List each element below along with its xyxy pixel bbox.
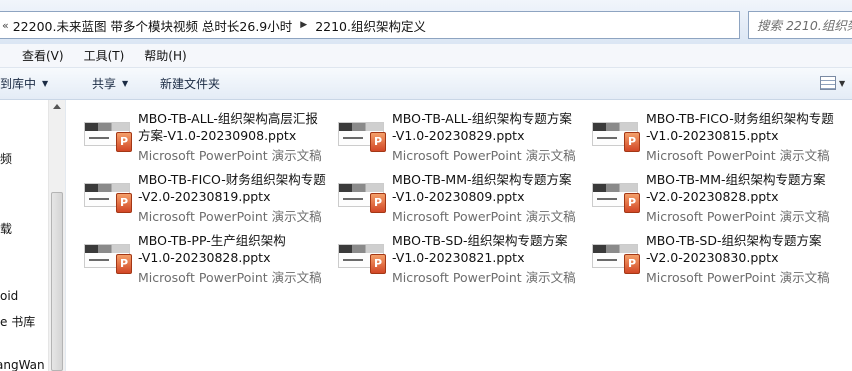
file-name: MBO-TB-MM-组织架构专题方案 -V2.0-20230828.pptx bbox=[646, 171, 846, 205]
include-in-library-button[interactable]: 包含到库中 ▼ bbox=[0, 75, 48, 92]
file-list: P MBO-TB-ALL-组织架构高层汇报 方案-V1.0-20230908.ppt… bbox=[66, 100, 852, 371]
nav-item-downloads[interactable]: 载 bbox=[0, 220, 12, 237]
file-name: MBO-TB-ALL-组织架构高层汇报 方案-V1.0-20230908.pptx bbox=[138, 110, 338, 144]
nav-item-user[interactable]: angWan bbox=[0, 358, 45, 371]
pptx-thumbnail: P bbox=[592, 179, 640, 219]
menu-bar: 查看(V) 工具(T) 帮助(H) bbox=[0, 44, 852, 68]
file-name: MBO-TB-FICO-财务组织架构专题 -V1.0-20230815.pptx bbox=[646, 110, 846, 144]
file-name-line2: -V1.0-20230815.pptx bbox=[646, 128, 779, 143]
file-name-line1: MBO-TB-ALL-组织架构高层汇报 bbox=[138, 111, 318, 126]
file-name-line1: MBO-TB-PP-生产组织架构 bbox=[138, 233, 286, 248]
pptx-thumbnail: P bbox=[338, 179, 386, 219]
file-name-line1: MBO-TB-FICO-财务组织架构专题 bbox=[138, 172, 326, 187]
dropdown-arrow-icon: ▼ bbox=[42, 79, 49, 88]
file-type: Microsoft PowerPoint 演示文稿 bbox=[392, 270, 576, 285]
scroll-thumb[interactable] bbox=[51, 192, 63, 371]
powerpoint-icon: P bbox=[370, 193, 386, 213]
file-name-line2: -V1.0-20230809.pptx bbox=[392, 189, 525, 204]
file-type: Microsoft PowerPoint 演示文稿 bbox=[138, 270, 322, 285]
pptx-thumbnail: P bbox=[592, 240, 640, 280]
command-bar: 包含到库中 ▼ 共享 ▼ 新建文件夹 ▼ bbox=[0, 68, 852, 100]
file-name-line2: -V2.0-20230819.pptx bbox=[138, 189, 271, 204]
file-item[interactable]: P MBO-TB-MM-组织架构专题方案 -V1.0-20230809.pptx Mi… bbox=[320, 161, 576, 224]
new-folder-button[interactable]: 新建文件夹 bbox=[160, 75, 220, 92]
file-name-line2: -V2.0-20230830.pptx bbox=[646, 250, 779, 265]
file-name-line2: -V1.0-20230828.pptx bbox=[138, 250, 271, 265]
powerpoint-icon: P bbox=[624, 193, 640, 213]
nav-scrollbar[interactable] bbox=[48, 100, 65, 371]
file-name-line1: MBO-TB-SD-组织架构专题方案 bbox=[392, 233, 568, 248]
new-folder-label: 新建文件夹 bbox=[160, 77, 221, 91]
file-item[interactable]: P MBO-TB-PP-生产组织架构 -V1.0-20230828.pptx Micr… bbox=[66, 222, 322, 285]
menu-view[interactable]: 查看(V) bbox=[22, 47, 64, 64]
file-name-line2: -V2.0-20230828.pptx bbox=[646, 189, 779, 204]
pptx-thumbnail: P bbox=[338, 118, 386, 158]
file-item[interactable]: P MBO-TB-SD-组织架构专题方案 -V2.0-20230830.pptx Mi… bbox=[574, 222, 830, 285]
file-name: MBO-TB-ALL-组织架构专题方案 -V1.0-20230829.pptx bbox=[392, 110, 592, 144]
file-item[interactable]: P MBO-TB-SD-组织架构专题方案 -V1.0-20230821.pptx Mi… bbox=[320, 222, 576, 285]
pptx-thumbnail: P bbox=[84, 240, 132, 280]
file-item[interactable]: P MBO-TB-MM-组织架构专题方案 -V2.0-20230828.pptx Mi… bbox=[574, 161, 830, 224]
file-item[interactable]: P MBO-TB-FICO-财务组织架构专题 -V1.0-20230815.pptx… bbox=[574, 100, 834, 163]
file-name: MBO-TB-MM-组织架构专题方案 -V1.0-20230809.pptx bbox=[392, 171, 592, 205]
pptx-thumbnail: P bbox=[592, 118, 640, 158]
powerpoint-icon: P bbox=[624, 132, 640, 152]
dropdown-arrow-icon: ▼ bbox=[839, 78, 846, 88]
file-name: MBO-TB-SD-组织架构专题方案 -V1.0-20230821.pptx bbox=[392, 232, 592, 266]
search-input[interactable] bbox=[757, 17, 852, 33]
powerpoint-icon: P bbox=[116, 132, 132, 152]
search-box[interactable] bbox=[748, 11, 852, 39]
breadcrumb-parent[interactable]: 22200.未来蓝图 带多个模块视频 总时长26.9小时 bbox=[13, 16, 293, 35]
menu-tools[interactable]: 工具(T) bbox=[84, 47, 125, 64]
pptx-thumbnail: P bbox=[84, 179, 132, 219]
nav-item-oid[interactable]: oid bbox=[0, 289, 18, 303]
nav-item-videos[interactable]: 频 bbox=[0, 150, 12, 167]
address-row: « 22200.未来蓝图 带多个模块视频 总时长26.9小时 ▶ 2210.组织… bbox=[0, 0, 852, 44]
powerpoint-icon: P bbox=[116, 254, 132, 274]
powerpoint-icon: P bbox=[370, 254, 386, 274]
powerpoint-icon: P bbox=[116, 193, 132, 213]
overflow-chevron-icon[interactable]: « bbox=[0, 19, 13, 32]
share-button[interactable]: 共享 ▼ bbox=[92, 75, 128, 92]
powerpoint-icon: P bbox=[624, 254, 640, 274]
nav-item-library[interactable]: e 书库 bbox=[0, 313, 35, 330]
address-bar[interactable]: « 22200.未来蓝图 带多个模块视频 总时长26.9小时 ▶ 2210.组织… bbox=[0, 11, 740, 39]
share-label: 共享 bbox=[92, 77, 117, 91]
pptx-thumbnail: P bbox=[338, 240, 386, 280]
file-item[interactable]: P MBO-TB-ALL-组织架构专题方案 -V1.0-20230829.pptx M… bbox=[320, 100, 576, 163]
breadcrumb-current[interactable]: 2210.组织架构定义 bbox=[315, 16, 426, 35]
file-item[interactable]: P MBO-TB-ALL-组织架构高层汇报 方案-V1.0-20230908.ppt… bbox=[66, 100, 322, 163]
file-item[interactable]: P MBO-TB-FICO-财务组织架构专题 -V2.0-20230819.pptx… bbox=[66, 161, 326, 224]
dropdown-arrow-icon: ▼ bbox=[122, 79, 129, 88]
file-name: MBO-TB-FICO-财务组织架构专题 -V2.0-20230819.pptx bbox=[138, 171, 338, 205]
pptx-thumbnail: P bbox=[84, 118, 132, 158]
file-type: Microsoft PowerPoint 演示文稿 bbox=[646, 270, 830, 285]
file-name: MBO-TB-PP-生产组织架构 -V1.0-20230828.pptx bbox=[138, 232, 338, 266]
include-in-library-label: 包含到库中 bbox=[0, 77, 37, 91]
file-name-line1: MBO-TB-MM-组织架构专题方案 bbox=[646, 172, 826, 187]
file-name: MBO-TB-SD-组织架构专题方案 -V2.0-20230830.pptx bbox=[646, 232, 846, 266]
menu-help[interactable]: 帮助(H) bbox=[144, 47, 186, 64]
file-name-line2: -V1.0-20230821.pptx bbox=[392, 250, 525, 265]
file-name-line2: -V1.0-20230829.pptx bbox=[392, 128, 525, 143]
file-name-line1: MBO-TB-FICO-财务组织架构专题 bbox=[646, 111, 834, 126]
file-name-line2: 方案-V1.0-20230908.pptx bbox=[138, 128, 297, 143]
view-options-icon bbox=[820, 76, 836, 90]
file-name-line1: MBO-TB-ALL-组织架构专题方案 bbox=[392, 111, 572, 126]
breadcrumb-arrow-icon[interactable]: ▶ bbox=[292, 20, 315, 30]
scroll-up-arrow-icon[interactable] bbox=[53, 104, 61, 109]
file-name-line1: MBO-TB-MM-组织架构专题方案 bbox=[392, 172, 572, 187]
change-view-button[interactable]: ▼ bbox=[820, 76, 845, 90]
file-name-line1: MBO-TB-SD-组织架构专题方案 bbox=[646, 233, 822, 248]
powerpoint-icon: P bbox=[370, 132, 386, 152]
